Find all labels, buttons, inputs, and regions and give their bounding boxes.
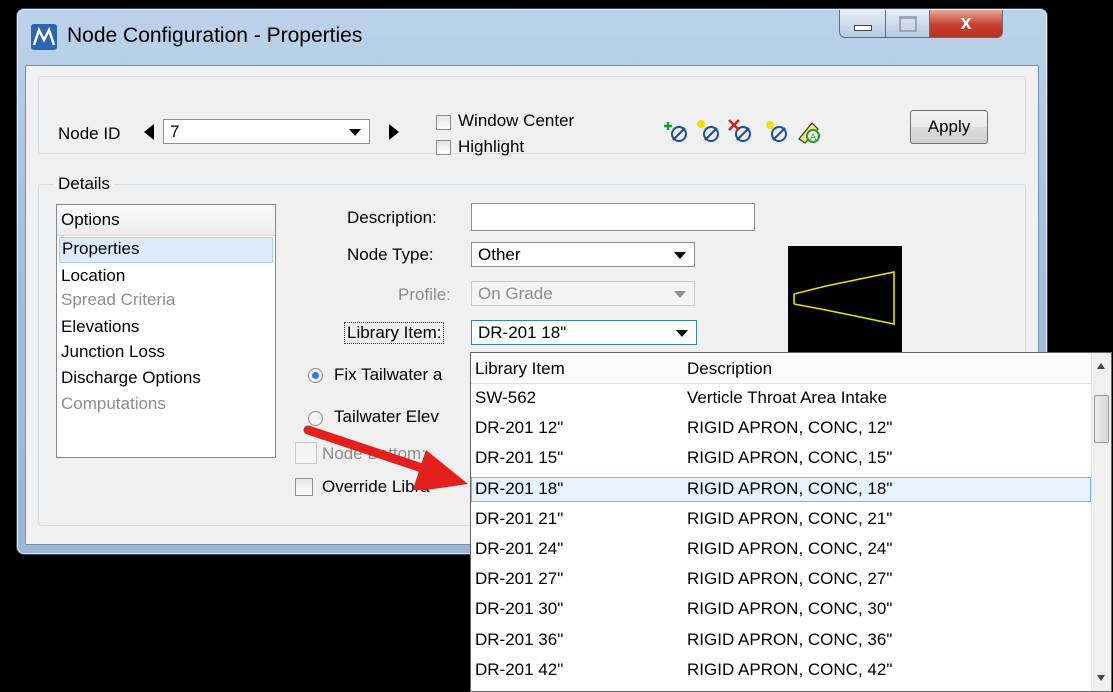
profile-value: On Grade bbox=[478, 283, 553, 303]
dropdown-header: Library Item Description bbox=[471, 353, 1091, 384]
dropdown-row-item: DR-201 36" bbox=[475, 629, 564, 649]
apron-preview-icon bbox=[793, 271, 895, 325]
library-item-value: DR-201 18" bbox=[478, 322, 567, 342]
insert-node-icon[interactable] bbox=[696, 119, 722, 145]
chevron-down-icon bbox=[674, 291, 686, 298]
svg-text:A: A bbox=[810, 133, 817, 143]
node-type-label: Node Type: bbox=[347, 245, 434, 264]
dropdown-row-description: RIGID APRON, CONC, 15" bbox=[687, 448, 893, 468]
options-item-properties[interactable]: Properties bbox=[59, 237, 273, 263]
dropdown-row-description: RIGID APRON, CONC, 18" bbox=[687, 478, 893, 498]
dropdown-row-item: DR-201 15" bbox=[475, 448, 564, 468]
description-input[interactable] bbox=[471, 203, 755, 231]
dropdown-row[interactable]: DR-201 18" RIGID APRON, CONC, 18" bbox=[471, 476, 1091, 502]
fix-tailwater-label: Fix Tailwater a bbox=[334, 365, 443, 384]
options-header: Options bbox=[57, 205, 275, 236]
dropdown-row-description: Verticle Throat Area Intake bbox=[687, 388, 888, 407]
title-bar[interactable]: Node Configuration - Properties x bbox=[17, 9, 1047, 59]
dropdown-row-description: RIGID APRON, CONC, 30" bbox=[687, 599, 893, 619]
close-icon: x bbox=[960, 12, 972, 34]
dropdown-row-item: DR-201 24" bbox=[475, 539, 564, 558]
minimize-button[interactable] bbox=[839, 10, 887, 38]
dropdown-col-description: Description bbox=[687, 359, 773, 378]
dropdown-row[interactable]: DR-201 42" RIGID APRON, CONC, 42" bbox=[471, 658, 1091, 683]
apply-label: Apply bbox=[927, 117, 971, 136]
node-preview bbox=[788, 246, 902, 354]
dropdown-row[interactable]: SW-562 Verticle Throat Area Intake bbox=[471, 386, 1091, 411]
chevron-down-icon bbox=[676, 330, 688, 337]
dropdown-row-description: RIGID APRON, CONC, 21" bbox=[687, 508, 893, 528]
options-list[interactable]: Options Properties Location Spread Crite… bbox=[56, 204, 276, 458]
dropdown-row[interactable]: DR-201 21" RIGID APRON, CONC, 21" bbox=[471, 507, 1091, 532]
node-id-value: 7 bbox=[170, 121, 180, 141]
dropdown-row-item: DR-201 27" bbox=[475, 569, 564, 589]
scroll-down-icon[interactable] bbox=[1097, 675, 1105, 681]
scroll-thumb[interactable] bbox=[1094, 395, 1109, 443]
highlight-checkbox[interactable] bbox=[436, 140, 451, 155]
dropdown-row[interactable]: DR-201 30" RIGID APRON, CONC, 30" bbox=[471, 597, 1091, 622]
chevron-down-icon bbox=[349, 129, 361, 136]
profile-label: Profile: bbox=[398, 285, 451, 304]
delete-node-icon[interactable] bbox=[728, 119, 754, 145]
options-item-elevations[interactable]: Elevations bbox=[61, 317, 139, 337]
window-title: Node Configuration - Properties bbox=[67, 24, 363, 47]
chevron-down-icon bbox=[674, 252, 686, 259]
node-type-select[interactable]: Other bbox=[471, 242, 695, 267]
dropdown-row[interactable]: DR-201 15" RIGID APRON, CONC, 15" bbox=[471, 446, 1091, 471]
maximize-icon bbox=[899, 15, 917, 32]
add-node-icon[interactable] bbox=[664, 119, 690, 145]
window-center-checkbox[interactable] bbox=[436, 115, 451, 130]
node-id-select[interactable]: 7 bbox=[163, 119, 370, 144]
options-item-discharge-options[interactable]: Discharge Options bbox=[61, 368, 201, 388]
dropdown-row[interactable]: DR-201 24" RIGID APRON, CONC, 24" bbox=[471, 537, 1091, 562]
minimize-icon bbox=[854, 24, 872, 31]
dropdown-row-description: RIGID APRON, CONC, 36" bbox=[687, 629, 893, 649]
options-header-label: Options bbox=[61, 210, 120, 229]
options-item-junction-loss[interactable]: Junction Loss bbox=[61, 342, 165, 362]
details-group-label: Details bbox=[54, 174, 114, 194]
fix-tailwater-radio[interactable] bbox=[308, 368, 323, 383]
previous-node-button[interactable] bbox=[144, 124, 154, 140]
maximize-button[interactable] bbox=[885, 10, 931, 38]
profile-select: On Grade bbox=[471, 281, 695, 306]
dropdown-row-description: RIGID APRON, CONC, 42" bbox=[687, 659, 893, 679]
dropdown-row[interactable]: DR-201 12" RIGID APRON, CONC, 12" bbox=[471, 416, 1091, 441]
red-arrow-icon bbox=[303, 425, 468, 490]
highlight-label: Highlight bbox=[458, 137, 525, 156]
dropdown-row-item: DR-201 21" bbox=[475, 508, 564, 528]
close-button[interactable]: x bbox=[929, 10, 1003, 38]
options-item-computations: Computations bbox=[61, 394, 166, 413]
dropdown-row-description: RIGID APRON, CONC, 12" bbox=[687, 418, 893, 438]
next-node-button[interactable] bbox=[389, 124, 399, 140]
dropdown-row-description: RIGID APRON, CONC, 24" bbox=[687, 539, 893, 558]
dropdown-row-item: DR-201 12" bbox=[475, 418, 564, 438]
node-id-label: Node ID bbox=[58, 124, 121, 143]
scroll-up-icon[interactable] bbox=[1097, 363, 1105, 369]
apply-button[interactable]: Apply bbox=[910, 110, 988, 144]
dropdown-col-library-item: Library Item bbox=[475, 359, 565, 378]
dropdown-row-item: DR-201 30" bbox=[475, 599, 564, 619]
node-type-value: Other bbox=[478, 244, 521, 264]
annotate-icon[interactable]: A bbox=[796, 119, 822, 145]
description-label: Description: bbox=[347, 208, 437, 227]
window-center-label: Window Center bbox=[458, 111, 575, 130]
library-item-dropdown[interactable]: Library Item Description SW-562 Verticle … bbox=[470, 352, 1112, 692]
library-item-select[interactable]: DR-201 18" bbox=[471, 320, 697, 345]
options-item-label: Properties bbox=[62, 239, 140, 258]
options-item-location[interactable]: Location bbox=[61, 266, 125, 286]
library-item-label: Library Item: bbox=[344, 322, 445, 344]
app-logo-icon bbox=[31, 24, 57, 50]
options-item-spread-criteria: Spread Criteria bbox=[61, 290, 176, 309]
renumber-node-icon[interactable] bbox=[764, 119, 790, 145]
dropdown-row[interactable]: DR-201 27" RIGID APRON, CONC, 27" bbox=[471, 567, 1091, 592]
dropdown-row-item: SW-562 bbox=[475, 388, 537, 407]
dropdown-row-description: RIGID APRON, CONC, 27" bbox=[687, 569, 893, 589]
dropdown-scrollbar[interactable] bbox=[1091, 353, 1111, 691]
dropdown-row-item: DR-201 42" bbox=[475, 659, 564, 679]
dropdown-row-item: DR-201 18" bbox=[475, 478, 564, 498]
dropdown-row[interactable]: DR-201 36" RIGID APRON, CONC, 36" bbox=[471, 628, 1091, 653]
